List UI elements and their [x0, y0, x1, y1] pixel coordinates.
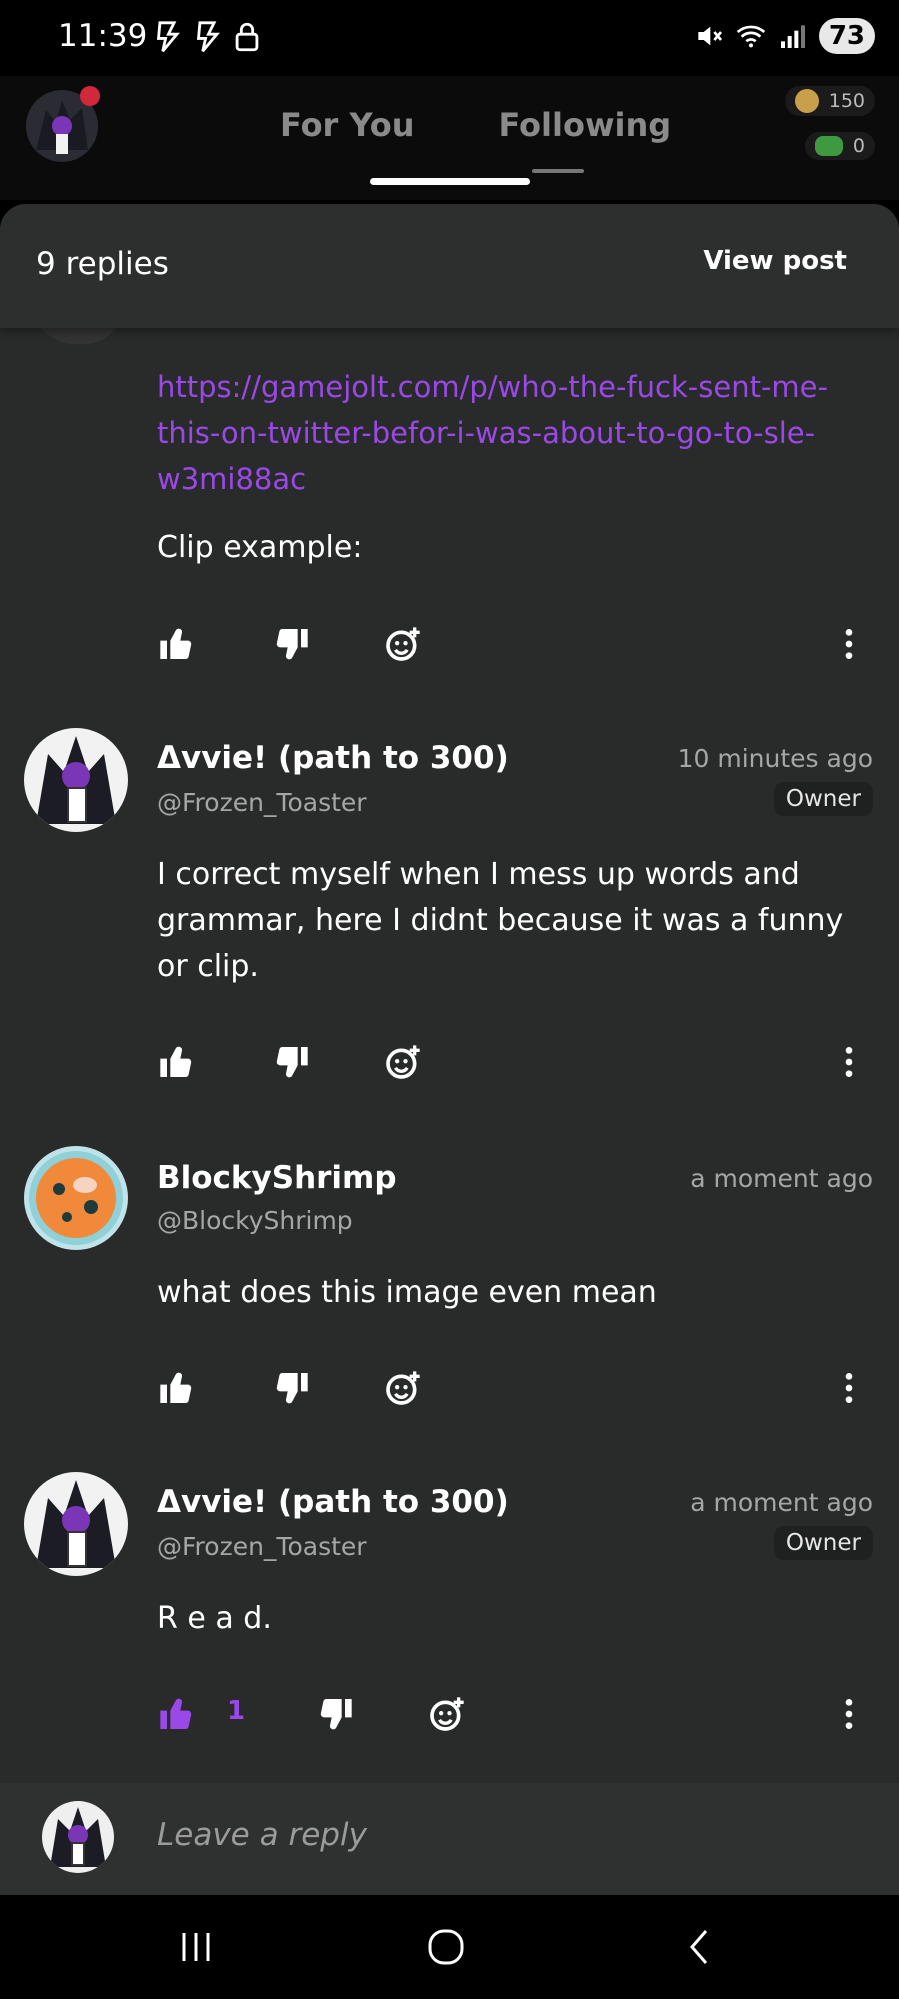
gem-icon — [814, 136, 843, 156]
avatar-art — [36, 1480, 116, 1568]
author-handle[interactable]: @BlockyShrimp — [157, 1206, 353, 1235]
owner-badge: Owner — [773, 782, 873, 816]
reply-actions — [157, 1368, 869, 1412]
gem-count: 0 — [852, 135, 865, 157]
thumbs-up-icon[interactable] — [157, 1042, 197, 1082]
notification-dot — [80, 86, 100, 106]
gem-balance[interactable]: 0 — [804, 132, 875, 160]
reply-text: Clip example: — [157, 530, 363, 565]
reply-actions — [157, 1042, 869, 1086]
more-options-icon[interactable] — [829, 624, 869, 664]
thumbs-up-icon[interactable] — [157, 1368, 197, 1408]
add-reaction-icon[interactable] — [427, 1694, 467, 1734]
reply-input[interactable]: Leave a reply — [157, 1817, 367, 1853]
flash-icon — [156, 21, 180, 53]
add-reaction-icon[interactable] — [383, 1042, 423, 1082]
tab-indicator — [532, 169, 584, 173]
status-bar: 11:39 73 — [0, 0, 899, 76]
author-name[interactable]: Δvvie! (path to 300) — [157, 740, 509, 776]
avatar[interactable] — [24, 728, 128, 832]
more-options-icon[interactable] — [829, 1042, 869, 1082]
lock-icon — [235, 22, 259, 52]
feed-tabs: For You Following — [280, 106, 671, 144]
replies-sheet: 9 replies View post https://gamejolt.com… — [0, 204, 899, 1895]
navigation-bar — [0, 1895, 899, 1999]
avatar-art — [36, 736, 116, 824]
add-reaction-icon[interactable] — [383, 624, 423, 664]
flash-icon — [196, 21, 220, 53]
thumbs-down-icon[interactable] — [271, 624, 311, 664]
timestamp: 10 minutes ago — [677, 744, 873, 773]
timestamp: a moment ago — [690, 1488, 873, 1517]
sheet-drag-handle[interactable] — [370, 178, 530, 185]
battery-indicator: 73 — [818, 18, 875, 54]
tab-for-you[interactable]: For You — [280, 106, 414, 144]
reply-text: what does this image even mean — [157, 1275, 657, 1310]
avatar-art — [36, 1158, 116, 1238]
timestamp: a moment ago — [690, 1164, 873, 1193]
coin-count: 150 — [828, 90, 865, 112]
more-options-icon[interactable] — [829, 1368, 869, 1408]
owner-badge: Owner — [773, 1526, 873, 1560]
more-options-icon[interactable] — [829, 1694, 869, 1734]
post-link[interactable]: https://gamejolt.com/p/who-the-fuck-sent… — [157, 364, 869, 502]
like-count: 1 — [227, 1696, 246, 1726]
mute-icon — [698, 26, 722, 46]
avatar[interactable] — [24, 1146, 128, 1250]
reply-actions — [157, 624, 869, 668]
view-post-button[interactable]: View post — [703, 246, 847, 276]
home-icon[interactable] — [426, 1927, 466, 1967]
add-reaction-icon[interactable] — [383, 1368, 423, 1408]
thumbs-down-icon[interactable] — [315, 1694, 355, 1734]
thumbs-down-icon[interactable] — [271, 1368, 311, 1408]
recent-apps-icon[interactable] — [176, 1927, 216, 1967]
status-left-icons — [150, 20, 264, 54]
signal-icon — [780, 25, 805, 48]
reply-actions: 1 — [157, 1694, 869, 1738]
tab-following[interactable]: Following — [498, 106, 671, 144]
author-name[interactable]: Δvvie! (path to 300) — [157, 1484, 509, 1520]
wifi-icon — [736, 25, 766, 48]
coin-balance[interactable]: 150 — [784, 86, 875, 116]
avatar[interactable] — [24, 1472, 128, 1576]
avatar-art — [50, 1807, 106, 1867]
coin-icon — [794, 89, 819, 113]
sheet-header: 9 replies View post — [0, 204, 899, 328]
thumbs-down-icon[interactable] — [271, 1042, 311, 1082]
author-name[interactable]: BlockyShrimp — [157, 1160, 397, 1196]
status-time: 11:39 — [58, 18, 148, 54]
reply-bar: Leave a reply — [0, 1783, 899, 1895]
back-icon[interactable] — [680, 1927, 720, 1967]
avatar — [42, 1801, 114, 1873]
author-handle[interactable]: @Frozen_Toaster — [157, 788, 367, 817]
thumbs-up-icon[interactable] — [157, 624, 197, 664]
author-handle[interactable]: @Frozen_Toaster — [157, 1532, 367, 1561]
reply-text: R e a d. — [157, 1601, 272, 1636]
reply-text: I correct myself when I mess up words an… — [157, 857, 844, 984]
thumbs-up-icon[interactable] — [157, 1694, 197, 1734]
top-bar: For You Following 150 0 — [0, 76, 899, 200]
replies-count: 9 replies — [36, 246, 169, 282]
status-right-icons: 73 — [693, 18, 875, 54]
